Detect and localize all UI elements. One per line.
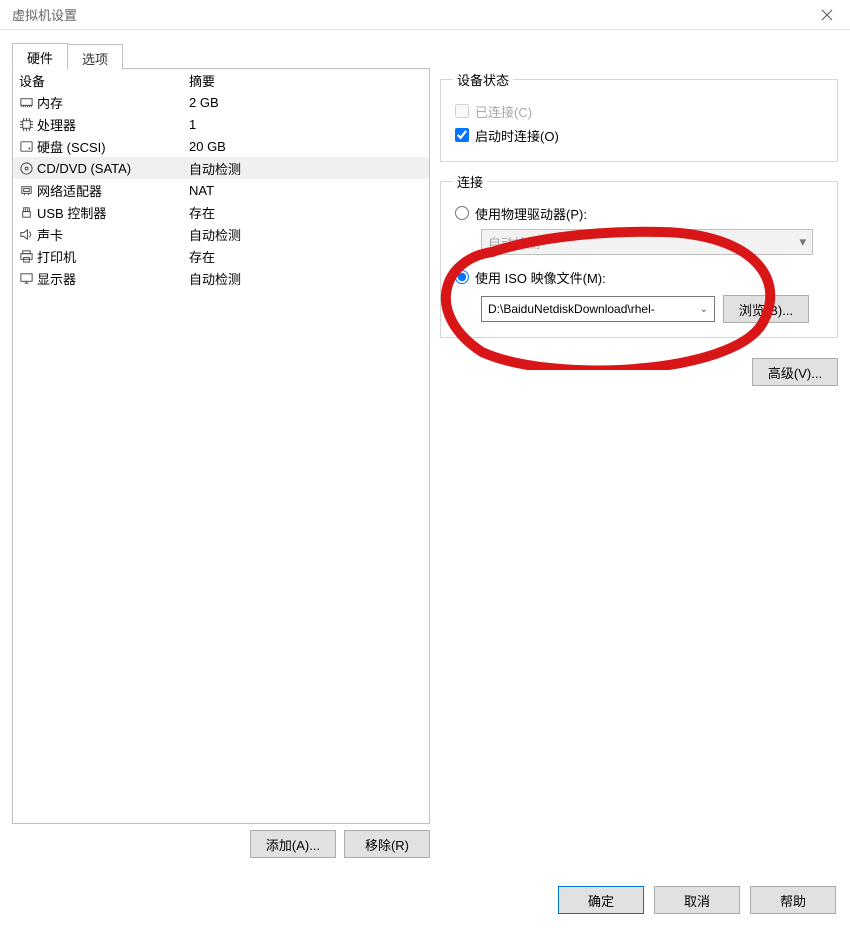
hw-row-printer[interactable]: 打印机 存在	[13, 245, 429, 267]
chevron-down-icon: ⌄	[700, 304, 708, 315]
network-icon	[17, 182, 35, 198]
connected-checkbox	[455, 104, 469, 118]
hw-label: 声卡	[35, 225, 185, 244]
tab-hardware[interactable]: 硬件	[12, 43, 68, 69]
physical-drive-value: 自动检测	[488, 233, 540, 252]
chevron-down-icon: ▾	[799, 234, 806, 250]
window-title: 虚拟机设置	[12, 5, 77, 24]
hw-label: 处理器	[35, 115, 185, 134]
connect-at-poweron-row: 启动时连接(O)	[453, 123, 825, 147]
hw-label: USB 控制器	[35, 203, 185, 222]
left-buttons: 添加(A)... 移除(R)	[12, 830, 430, 858]
hw-summary: NAT	[185, 183, 429, 198]
hw-row-disk[interactable]: 硬盘 (SCSI) 20 GB	[13, 135, 429, 157]
titlebar: 虚拟机设置	[0, 0, 850, 30]
hw-summary: 自动检测	[185, 159, 429, 178]
iso-path-row: D:\BaiduNetdiskDownload\rhel- ⌄ 浏览(B)...	[481, 295, 825, 323]
add-button[interactable]: 添加(A)...	[250, 830, 336, 858]
connect-at-poweron-checkbox[interactable]	[455, 128, 469, 142]
hw-row-display[interactable]: 显示器 自动检测	[13, 267, 429, 289]
close-icon	[821, 9, 833, 21]
sound-icon	[17, 226, 35, 242]
display-icon	[17, 270, 35, 286]
physical-drive-select: 自动检测 ▾	[481, 229, 813, 255]
header-device: 设备	[13, 71, 185, 90]
help-button[interactable]: 帮助	[750, 886, 836, 914]
advanced-button[interactable]: 高级(V)...	[752, 358, 838, 386]
cd-icon	[17, 160, 35, 176]
tabs: 硬件 选项	[12, 42, 430, 68]
hw-label: 显示器	[35, 269, 185, 288]
hw-row-cddvd[interactable]: CD/DVD (SATA) 自动检测	[13, 157, 429, 179]
usb-icon	[17, 204, 35, 220]
device-status-legend: 设备状态	[453, 70, 513, 89]
list-header: 设备 摘要	[13, 69, 429, 91]
use-physical-row: 使用物理驱动器(P):	[453, 201, 825, 225]
ok-button[interactable]: 确定	[558, 886, 644, 914]
use-physical-radio[interactable]	[455, 206, 469, 220]
left-pane: 硬件 选项 设备 摘要 内存 2 GB 处理器 1 硬盘 (SCSI) 20 G…	[12, 42, 430, 880]
hw-summary: 存在	[185, 247, 429, 266]
hw-label: 打印机	[35, 247, 185, 266]
close-button[interactable]	[804, 0, 850, 30]
hw-summary: 存在	[185, 203, 429, 222]
use-physical-label: 使用物理驱动器(P):	[475, 204, 587, 223]
hw-row-network[interactable]: 网络适配器 NAT	[13, 179, 429, 201]
hw-row-sound[interactable]: 声卡 自动检测	[13, 223, 429, 245]
tab-options[interactable]: 选项	[67, 44, 123, 70]
hw-summary: 自动检测	[185, 269, 429, 288]
right-pane: 设备状态 已连接(C) 启动时连接(O) 连接 使用物理驱动器(P): 自动检测…	[440, 42, 838, 880]
hw-summary: 20 GB	[185, 139, 429, 154]
remove-button[interactable]: 移除(R)	[344, 830, 430, 858]
hw-summary: 2 GB	[185, 95, 429, 110]
device-status-group: 设备状态 已连接(C) 启动时连接(O)	[440, 70, 838, 162]
header-summary: 摘要	[185, 71, 429, 90]
dialog-buttons: 确定 取消 帮助	[558, 886, 836, 914]
use-iso-label: 使用 ISO 映像文件(M):	[475, 268, 606, 287]
advanced-row: 高级(V)...	[440, 358, 838, 386]
hw-label: 网络适配器	[35, 181, 185, 200]
connection-group: 连接 使用物理驱动器(P): 自动检测 ▾ 使用 ISO 映像文件(M): D:…	[440, 172, 838, 338]
hw-row-cpu[interactable]: 处理器 1	[13, 113, 429, 135]
use-iso-row: 使用 ISO 映像文件(M):	[453, 265, 825, 289]
content: 硬件 选项 设备 摘要 内存 2 GB 处理器 1 硬盘 (SCSI) 20 G…	[0, 30, 850, 880]
connection-legend: 连接	[453, 172, 487, 191]
iso-path-combo[interactable]: D:\BaiduNetdiskDownload\rhel- ⌄	[481, 296, 715, 322]
cancel-button[interactable]: 取消	[654, 886, 740, 914]
printer-icon	[17, 248, 35, 264]
connected-label: 已连接(C)	[475, 102, 532, 121]
iso-path-value: D:\BaiduNetdiskDownload\rhel-	[488, 302, 655, 316]
hw-row-memory[interactable]: 内存 2 GB	[13, 91, 429, 113]
connect-at-poweron-label: 启动时连接(O)	[475, 126, 559, 145]
hw-summary: 1	[185, 117, 429, 132]
browse-button[interactable]: 浏览(B)...	[723, 295, 809, 323]
hw-label: CD/DVD (SATA)	[35, 161, 185, 176]
hardware-list: 设备 摘要 内存 2 GB 处理器 1 硬盘 (SCSI) 20 GB CD/D…	[12, 68, 430, 824]
hw-row-usb[interactable]: USB 控制器 存在	[13, 201, 429, 223]
use-iso-radio[interactable]	[455, 270, 469, 284]
hw-label: 内存	[35, 93, 185, 112]
hw-summary: 自动检测	[185, 225, 429, 244]
cpu-icon	[17, 116, 35, 132]
disk-icon	[17, 138, 35, 154]
connected-row: 已连接(C)	[453, 99, 825, 123]
memory-icon	[17, 94, 35, 110]
hw-label: 硬盘 (SCSI)	[35, 137, 185, 156]
